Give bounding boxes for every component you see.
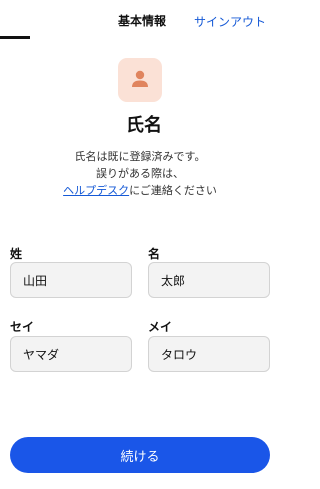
info-message-line3: ヘルプデスクにご連絡ください bbox=[0, 183, 280, 199]
info-message-line1: 氏名は既に登録済みです。 bbox=[74, 150, 206, 163]
continue-button[interactable]: 続ける bbox=[10, 437, 270, 473]
last-name-label: 姓 bbox=[10, 247, 23, 261]
top-bar: 基本情報 サインアウト bbox=[0, 0, 288, 40]
section-title: 氏名 bbox=[126, 115, 162, 136]
helpdesk-link[interactable]: ヘルプデスク bbox=[63, 184, 129, 197]
person-icon bbox=[118, 58, 162, 102]
last-name-kana-label: セイ bbox=[10, 320, 35, 334]
first-name-field[interactable]: 太郎 bbox=[148, 262, 270, 298]
first-name-kana-field[interactable]: タロウ bbox=[148, 336, 270, 372]
first-name-label: 名 bbox=[148, 247, 161, 261]
last-name-field[interactable]: 山田 bbox=[10, 262, 132, 298]
page-header-title: 基本情報 bbox=[118, 14, 167, 28]
signout-link[interactable]: サインアウト bbox=[194, 13, 266, 30]
progress-indicator bbox=[0, 36, 30, 39]
info-message-suffix: にご連絡ください bbox=[129, 184, 217, 197]
first-name-kana-label: メイ bbox=[148, 320, 173, 334]
info-message-line2: 誤りがある際は、 bbox=[96, 167, 184, 180]
last-name-kana-field[interactable]: ヤマダ bbox=[10, 336, 132, 372]
